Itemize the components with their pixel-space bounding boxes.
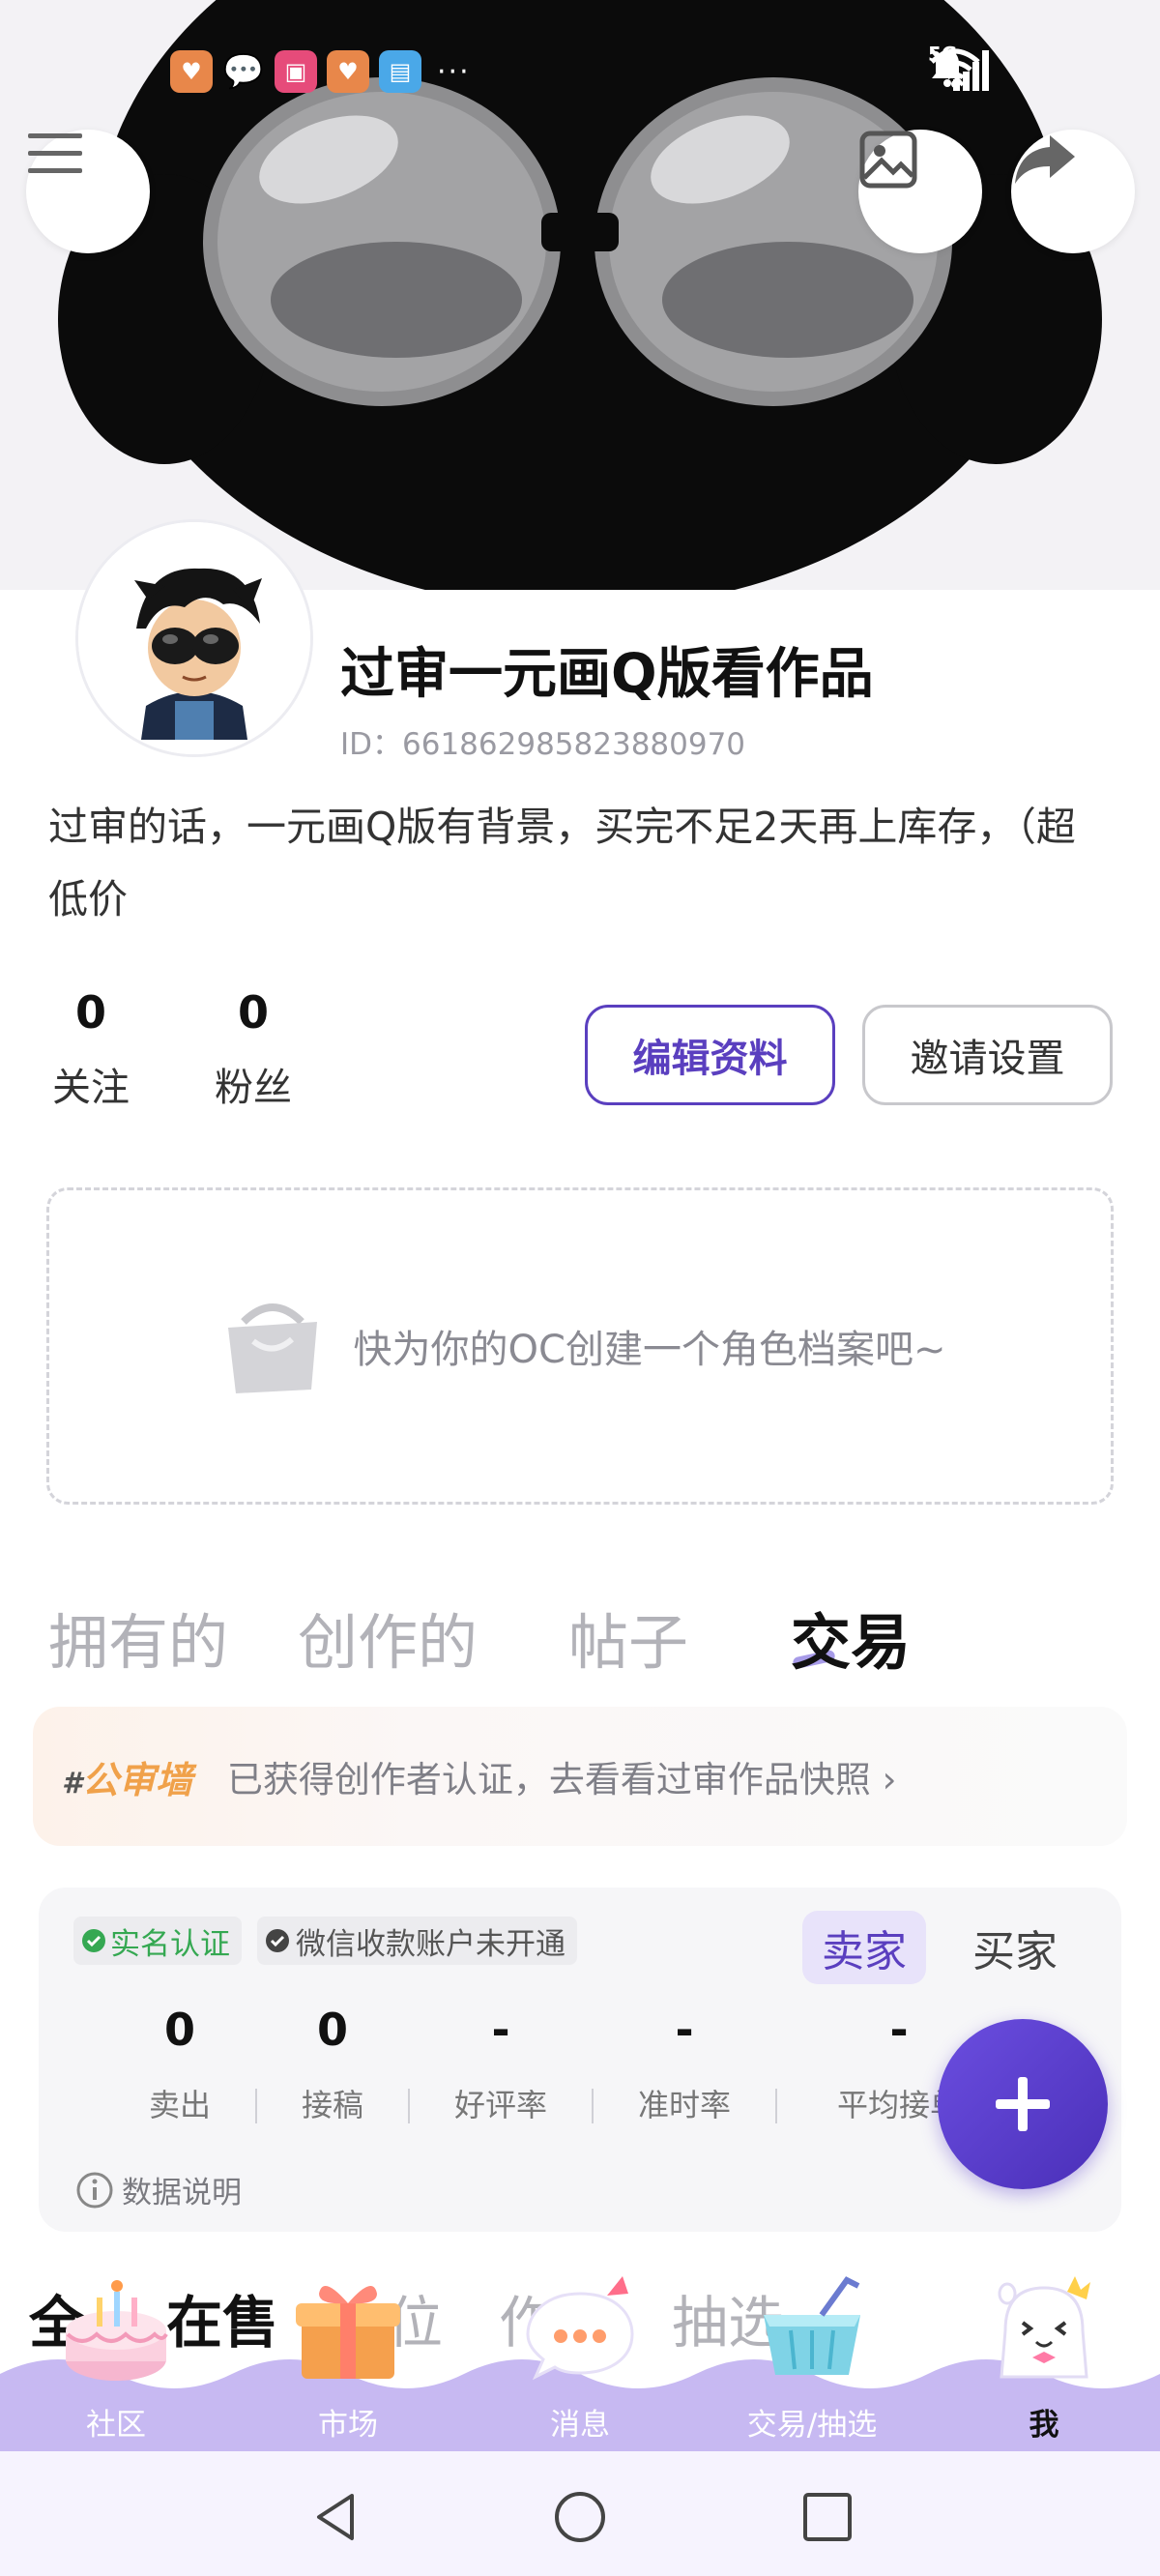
following-label: 关注 xyxy=(52,1066,130,1110)
invite-settings-button[interactable]: 邀请设置 xyxy=(862,1005,1113,1105)
fans-count: 0 xyxy=(237,986,269,1039)
nav-me-label: 我 xyxy=(1029,2408,1059,2443)
following-count: 0 xyxy=(74,986,106,1039)
stat-divider xyxy=(408,2089,410,2123)
tab-created[interactable]: 创作的 xyxy=(298,1594,478,1681)
commission-stat: 0 接稿 xyxy=(255,2004,410,2125)
system-navigation-bar xyxy=(0,2451,1160,2576)
data-explanation-link[interactable]: 数据说明 xyxy=(75,2168,242,2211)
wechat-pay-badge[interactable]: 微信收款账户未开通 xyxy=(257,1917,577,1965)
create-oc-text: 快为你的OC创建一个角色档案吧~ xyxy=(353,1328,946,1372)
bio: 过审的话，一元画Q版有背景，买完不足2天再上库存，（超低价 xyxy=(48,804,1076,922)
nickname: 过审一元画Q版看作品 xyxy=(340,643,874,706)
wechat-icon: 💬 xyxy=(222,52,265,91)
back-icon[interactable] xyxy=(309,2490,363,2544)
nav-messages[interactable]: 消息 xyxy=(483,2276,677,2451)
create-oc-card[interactable]: 快为你的OC创建一个角色档案吧~ xyxy=(46,1187,1114,1505)
wechat-pay-label: 微信收款账户未开通 xyxy=(296,1926,566,1962)
stat-divider xyxy=(592,2089,594,2123)
commission-label: 接稿 xyxy=(301,2087,363,2123)
sold-stat: 0 卖出 xyxy=(102,2004,257,2125)
more-notifications-icon: ··· xyxy=(437,54,471,89)
logo-text: 公审墙 xyxy=(81,1758,192,1801)
nav-market[interactable]: 市场 xyxy=(251,2286,445,2451)
creator-cert-banner[interactable]: #公审墙 已获得创作者认证，去看看过审作品快照 › xyxy=(33,1707,1127,1846)
book-icon: ▤ xyxy=(379,50,421,93)
notification-icons: ♥ 💬 ▣ ♥ ▤ ··· xyxy=(170,50,471,93)
chat-bubble-icon xyxy=(526,2276,634,2381)
on-time-rate-label: 准时率 xyxy=(637,2087,731,2123)
stat-divider xyxy=(775,2089,777,2123)
nav-messages-label: 消息 xyxy=(550,2408,610,2443)
avatar-character-illustration xyxy=(78,522,310,754)
nav-trade-draw-label: 交易/抽选 xyxy=(746,2408,878,2443)
nav-me[interactable]: 我 xyxy=(947,2276,1141,2451)
profile-cover: ♥ 💬 ▣ ♥ ▤ ··· 5G xyxy=(0,0,1160,595)
on-time-rate-value: - xyxy=(675,2004,694,2056)
buyer-tab[interactable]: 买家 xyxy=(953,1911,1077,1984)
change-cover-button[interactable] xyxy=(858,130,982,253)
seller-tab[interactable]: 卖家 xyxy=(802,1911,926,1984)
tab-posts[interactable]: 帖子 xyxy=(568,1594,688,1681)
shopping-basket-icon xyxy=(764,2276,860,2375)
sold-label: 卖出 xyxy=(148,2087,211,2123)
recent-apps-icon[interactable] xyxy=(800,2490,855,2544)
real-name-badge: 实名认证 xyxy=(73,1917,242,1965)
fans-stat[interactable]: 0 粉丝 xyxy=(195,986,311,1112)
info-icon xyxy=(76,2172,113,2208)
subtab-on-sale[interactable]: 在售 xyxy=(166,2277,278,2358)
cake-icon xyxy=(66,2280,168,2381)
nav-trade-draw[interactable]: 交易/抽选 xyxy=(715,2276,909,2451)
avatar[interactable] xyxy=(75,519,313,757)
avg-accept-value: - xyxy=(889,2004,909,2056)
share-arrow-icon xyxy=(1015,135,1075,184)
nav-market-label: 市场 xyxy=(318,2408,378,2443)
gift-box-icon xyxy=(296,2286,400,2379)
home-icon[interactable] xyxy=(553,2490,607,2544)
wechat-pay-icon xyxy=(266,1929,289,1952)
status-bar: ♥ 💬 ▣ ♥ ▤ ··· 5G xyxy=(0,39,1160,97)
hamburger-menu-icon xyxy=(28,133,82,173)
system-status-icons: 5G xyxy=(928,43,996,93)
positive-rate-label: 好评率 xyxy=(453,2087,547,2123)
following-stat[interactable]: 0 关注 xyxy=(33,986,149,1112)
sold-count: 0 xyxy=(163,2004,195,2056)
plus-icon xyxy=(996,2077,1050,2131)
fans-label: 粉丝 xyxy=(215,1066,292,1110)
menu-button[interactable] xyxy=(26,130,150,253)
bottom-navigation: 社区 市场 消息 交易/抽选 我 xyxy=(0,2276,1160,2451)
cert-banner-text: 已获得创作者认证，去看看过审作品快照 › xyxy=(226,1759,897,1800)
nav-community-label: 社区 xyxy=(86,2408,146,2443)
real-name-label: 实名认证 xyxy=(110,1926,230,1962)
cellular-signal-icon: 5G xyxy=(928,43,996,93)
verified-check-icon xyxy=(82,1929,105,1952)
create-post-fab[interactable] xyxy=(938,2019,1108,2189)
tab-trade[interactable]: 交易 xyxy=(791,1594,911,1681)
on-time-rate-stat: - 准时率 xyxy=(607,2004,762,2125)
user-id[interactable]: ID：661862985823880970 xyxy=(340,719,745,763)
nav-community[interactable]: 社区 xyxy=(19,2280,213,2451)
share-button[interactable] xyxy=(1011,130,1135,253)
data-explanation-text: 数据说明 xyxy=(122,2176,242,2210)
app-square-icon: ▣ xyxy=(275,50,317,93)
app-heart-icon: ♥ xyxy=(170,50,213,93)
mascot-icon xyxy=(998,2276,1090,2379)
positive-rate-stat: - 好评率 xyxy=(423,2004,578,2125)
logo-hash: # xyxy=(62,1766,82,1800)
tab-owned[interactable]: 拥有的 xyxy=(48,1594,228,1681)
shopping-bag-icon xyxy=(227,1303,317,1393)
app-heart-icon: ♥ xyxy=(327,50,369,93)
positive-rate-value: - xyxy=(491,2004,510,2056)
commission-count: 0 xyxy=(316,2004,348,2056)
image-icon xyxy=(859,131,917,189)
review-wall-logo: #公审墙 xyxy=(62,1750,192,1803)
edit-profile-button[interactable]: 编辑资料 xyxy=(585,1005,835,1105)
